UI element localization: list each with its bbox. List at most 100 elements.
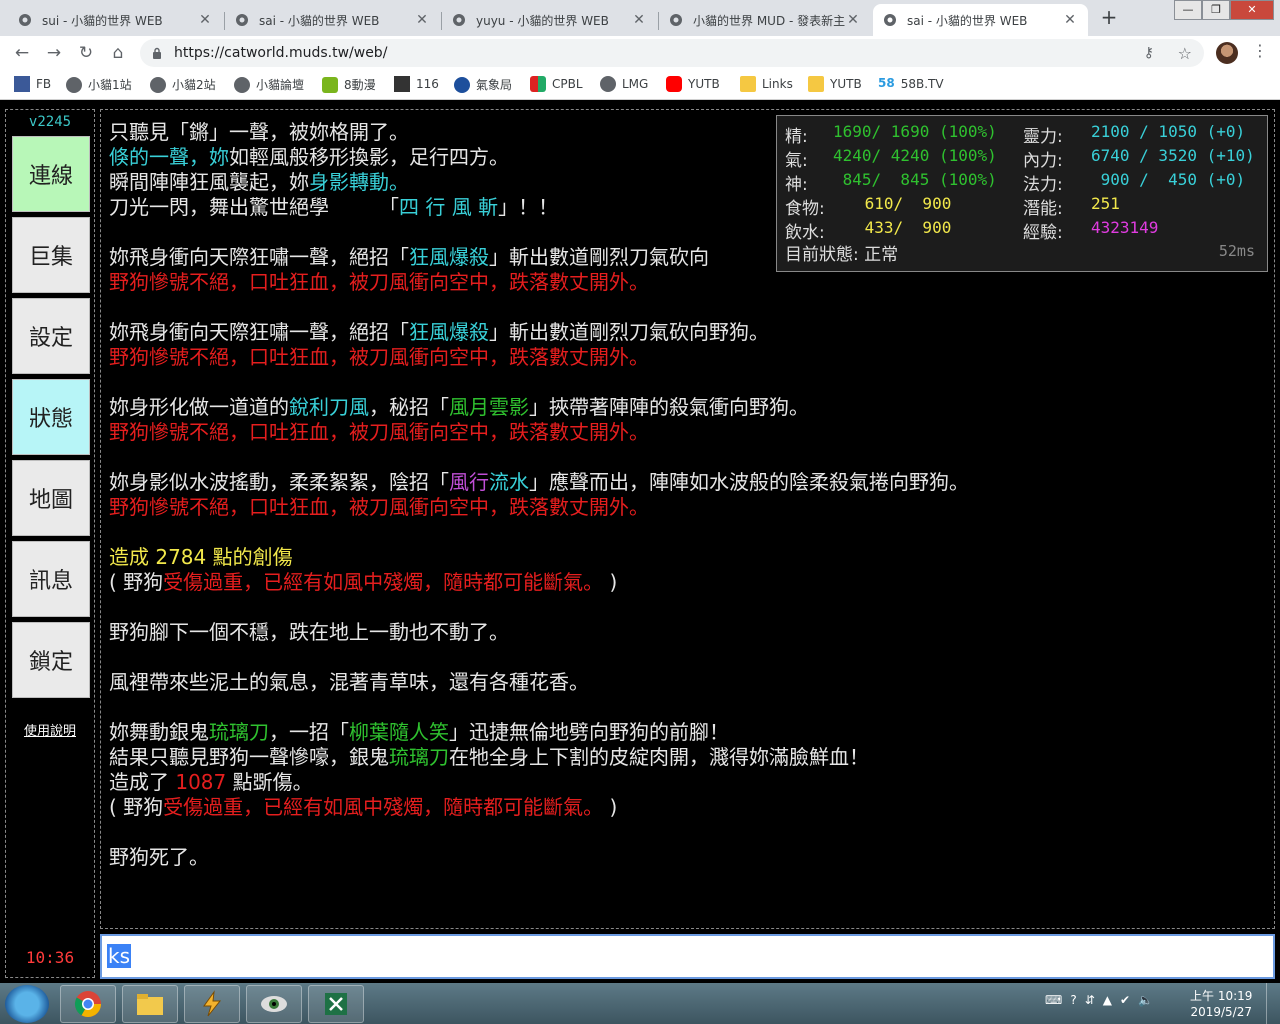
output-line: 結果只聽見野狗一聲慘嚎，銀鬼琉璃刀在牠全身上下割的皮綻肉開，濺得妳滿臉鮮血！ [109, 745, 1270, 770]
output-segment: 野狗慘號不絕，口吐狂血，被刀風衝向空中，跌落數丈開外。 [109, 495, 649, 519]
stat-value: 610/ 900 [855, 194, 952, 213]
58-icon: 58 [878, 76, 895, 90]
network-icon[interactable]: ⇵ [1085, 993, 1095, 1007]
stat-water: 飲水: 433/ 900 [785, 218, 951, 243]
bookmark-cpbl[interactable]: CPBL [530, 76, 583, 92]
close-icon[interactable]: ✕ [631, 12, 647, 28]
window-close-button[interactable]: ✕ [1230, 0, 1274, 20]
map-button[interactable]: 地圖 [12, 460, 90, 536]
folder-icon [808, 76, 824, 92]
bookmark-yutb-folder[interactable]: YUTB [808, 76, 862, 92]
address-bar[interactable]: https://catworld.muds.tw/web/ ⚷ ☆ [140, 39, 1204, 67]
status-button[interactable]: 狀態 [12, 379, 90, 455]
profile-avatar[interactable] [1216, 42, 1238, 64]
help-link[interactable]: 使用說明 [6, 720, 94, 739]
bookmark-star-icon[interactable]: ☆ [1178, 44, 1192, 63]
leaf-icon [322, 76, 338, 93]
browser-tab-2[interactable]: sai - 小貓的世界 WEB ✕ [225, 4, 440, 36]
output-line: 野狗慘號不絕，口吐狂血，被刀風衝向空中，跌落數丈開外。 [109, 420, 1270, 445]
bookmark-8anime[interactable]: 8動漫 [322, 76, 376, 93]
youtube-icon [666, 76, 682, 92]
bookmark-116[interactable]: 116 [394, 76, 439, 92]
bookmark-links-folder[interactable]: Links [740, 76, 793, 92]
speaker-icon[interactable]: 🔈 [1138, 993, 1153, 1007]
close-icon[interactable]: ✕ [845, 12, 861, 28]
taskbar-app-eye[interactable] [246, 985, 302, 1023]
messages-button[interactable]: 訊息 [12, 541, 90, 617]
home-icon[interactable]: ⌂ [106, 41, 130, 65]
window-controls: — ❐ ✕ [1174, 0, 1274, 20]
windows-start-button[interactable] [5, 985, 49, 1023]
taskbar-excel[interactable] [308, 985, 364, 1023]
new-tab-button[interactable]: + [1095, 6, 1123, 30]
bookmark-cat2[interactable]: 小貓2站 [150, 76, 216, 93]
globe-icon [150, 76, 166, 93]
taskbar-explorer[interactable] [122, 985, 178, 1023]
minimize-button[interactable]: — [1174, 0, 1202, 20]
output-segment: ，一招「 [269, 720, 349, 744]
output-segment: 妳舞動銀鬼 [109, 720, 209, 744]
stat-label: 神: [785, 175, 808, 195]
output-segment: ) [603, 570, 618, 594]
close-icon[interactable]: ✕ [1062, 12, 1078, 28]
system-tray: ⌨ ? ⇵ ▲ ✔ 🔈 [1045, 993, 1153, 1007]
output-segment: 風月雲影 [449, 395, 529, 419]
bookmark-weather[interactable]: 氣象局 [454, 76, 512, 93]
taskbar-chrome[interactable] [60, 985, 116, 1023]
output-line: 妳身形化做一道道的銳利刀風，秘招「風月雲影」挾帶著陣陣的殺氣衝向野狗。 [109, 395, 1270, 420]
connect-button[interactable]: 連線 [12, 136, 90, 212]
bookmark-58btv[interactable]: 58 58B.TV [878, 76, 944, 92]
command-input[interactable]: ks [100, 934, 1275, 979]
output-segment: 」挾帶著陣陣的殺氣衝向野狗。 [529, 395, 809, 419]
bookmark-fb[interactable]: FB [14, 76, 51, 92]
bookmark-yutb[interactable]: YUTB [666, 76, 720, 92]
show-desktop-button[interactable] [1266, 983, 1280, 1024]
output-line: 造成 2784 點的創傷 [109, 545, 1270, 570]
browser-tab-4[interactable]: 小貓的世界 MUD - 發表新主 ✕ [659, 4, 871, 36]
keyboard-icon[interactable]: ⌨ [1045, 993, 1062, 1007]
browser-tab-1[interactable]: sui - 小貓的世界 WEB ✕ [8, 4, 223, 36]
bookmark-lmg[interactable]: LMG [600, 76, 648, 92]
output-segment: 造成了 [109, 770, 176, 794]
catworld-favicon-icon [236, 14, 248, 26]
browser-tab-3[interactable]: yuyu - 小貓的世界 WEB ✕ [442, 4, 657, 36]
help-icon[interactable]: ? [1070, 993, 1076, 1007]
bookmark-forum[interactable]: 小貓論壇 [234, 76, 304, 93]
bookmark-label: CPBL [552, 77, 583, 91]
macro-button[interactable]: 巨集 [12, 217, 90, 293]
eye-icon [261, 996, 287, 1012]
menu-dots-icon[interactable]: ⋮ [1252, 41, 1268, 60]
bookmark-label: 氣象局 [476, 78, 513, 92]
close-icon[interactable]: ✕ [414, 12, 430, 28]
output-line: ( 野狗受傷過重，已經有如風中殘燭，隨時都可能斷氣。 ) [109, 795, 1270, 820]
back-arrow-icon[interactable]: ← [10, 41, 34, 65]
maximize-button[interactable]: ❐ [1202, 0, 1230, 20]
output-segment: ( 野狗 [109, 795, 164, 819]
forward-arrow-icon[interactable]: → [42, 41, 66, 65]
reload-icon[interactable]: ↻ [74, 41, 98, 65]
system-clock[interactable]: 上午 10:19 2019/5/27 [1190, 988, 1252, 1020]
version-label: v2245 [28, 114, 72, 130]
shield-check-icon[interactable]: ✔ [1120, 993, 1130, 1007]
weather-bureau-icon [454, 76, 470, 93]
lock-button[interactable]: 鎖定 [12, 622, 90, 698]
output-line: 造成了 1087 點斲傷。 [109, 770, 1270, 795]
output-segment: 風行 [449, 470, 489, 494]
output-segment: 風裡帶來些泥土的氣息，混著青草味，還有各種花香。 [109, 670, 589, 694]
close-icon[interactable]: ✕ [197, 12, 213, 28]
key-icon[interactable]: ⚷ [1144, 45, 1154, 61]
catworld-favicon-icon [453, 14, 465, 26]
output-line: 野狗腳下一個不穩，跌在地上一動也不動了。 [109, 620, 1270, 645]
output-segment: ) [603, 795, 618, 819]
tray-expand-icon[interactable]: ▲ [1103, 993, 1112, 1007]
bookmark-label: Links [762, 77, 793, 91]
browser-tab-5-active[interactable]: sai - 小貓的世界 WEB ✕ [873, 4, 1088, 36]
catworld-favicon-icon [19, 14, 31, 26]
globe-icon [600, 76, 616, 92]
taskbar-app-lightning[interactable] [184, 985, 240, 1023]
bookmark-cat1[interactable]: 小貓1站 [66, 76, 132, 93]
settings-button[interactable]: 設定 [12, 298, 90, 374]
